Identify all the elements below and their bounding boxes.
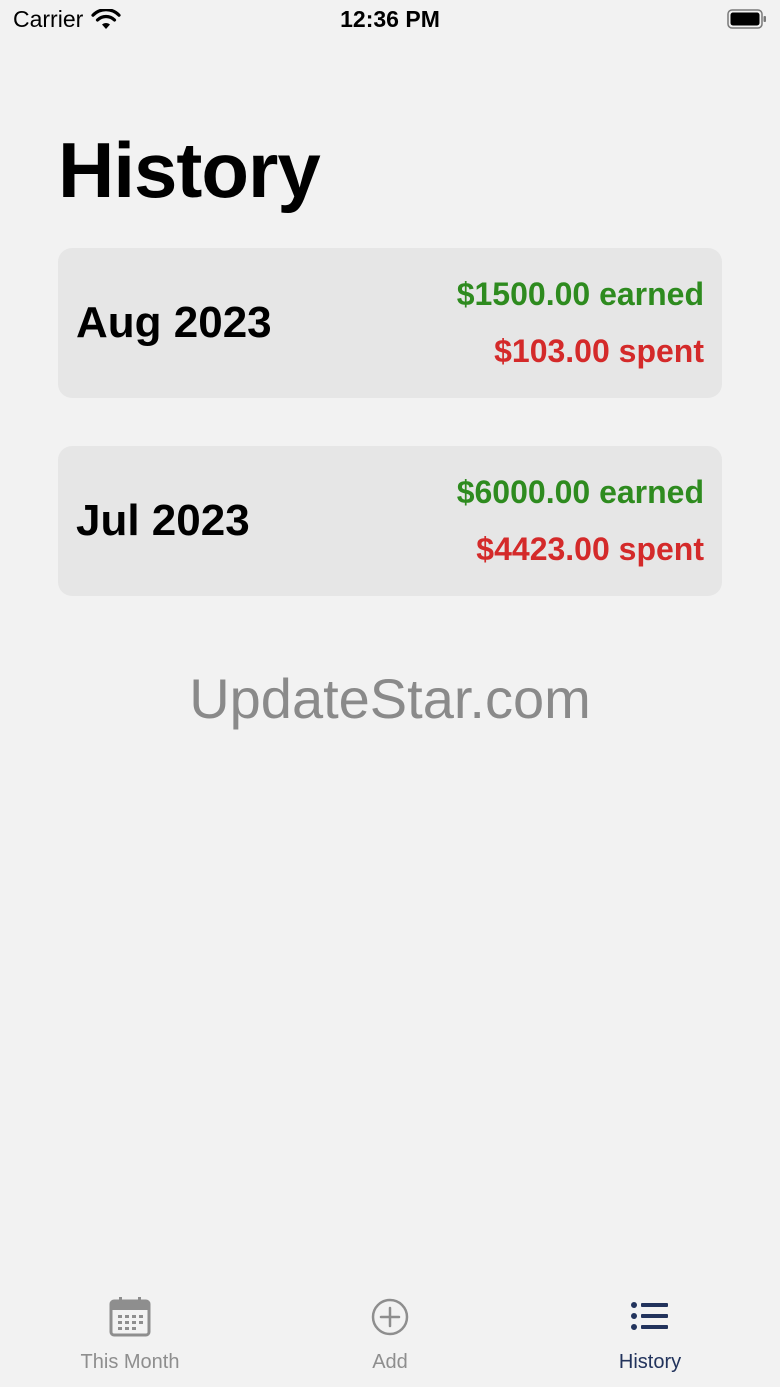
history-card-jul-2023[interactable]: Jul 2023 $6000.00 earned $4423.00 spent <box>58 446 722 596</box>
spent-amount: $103.00 spent <box>494 333 704 369</box>
battery-icon <box>727 9 766 29</box>
spent-amount: $4423.00 spent <box>476 531 704 567</box>
list-icon <box>631 1302 668 1330</box>
plus-circle-icon <box>371 1298 409 1336</box>
earned-amount: $1500.00 earned <box>456 276 704 312</box>
history-card-aug-2023[interactable]: Aug 2023 $1500.00 earned $103.00 spent <box>58 248 722 398</box>
tab-add[interactable]: Add <box>260 1295 520 1374</box>
tab-bar: This Month Add History <box>0 1287 780 1387</box>
calendar-icon <box>109 1297 151 1337</box>
tab-this-month[interactable]: This Month <box>0 1295 260 1374</box>
tab-history[interactable]: History <box>520 1295 780 1374</box>
month-label: Aug 2023 <box>76 298 272 347</box>
tab-label: This Month <box>80 1351 180 1373</box>
page-title: History <box>58 126 321 214</box>
earned-amount: $6000.00 earned <box>456 474 704 510</box>
status-bar: Carrier 12:36 PM <box>0 0 780 40</box>
watermark: UpdateStar.com <box>189 667 591 730</box>
status-time: 12:36 PM <box>340 6 440 32</box>
tab-label: History <box>618 1351 682 1373</box>
tab-label: Add <box>372 1351 408 1373</box>
month-label: Jul 2023 <box>76 496 250 545</box>
